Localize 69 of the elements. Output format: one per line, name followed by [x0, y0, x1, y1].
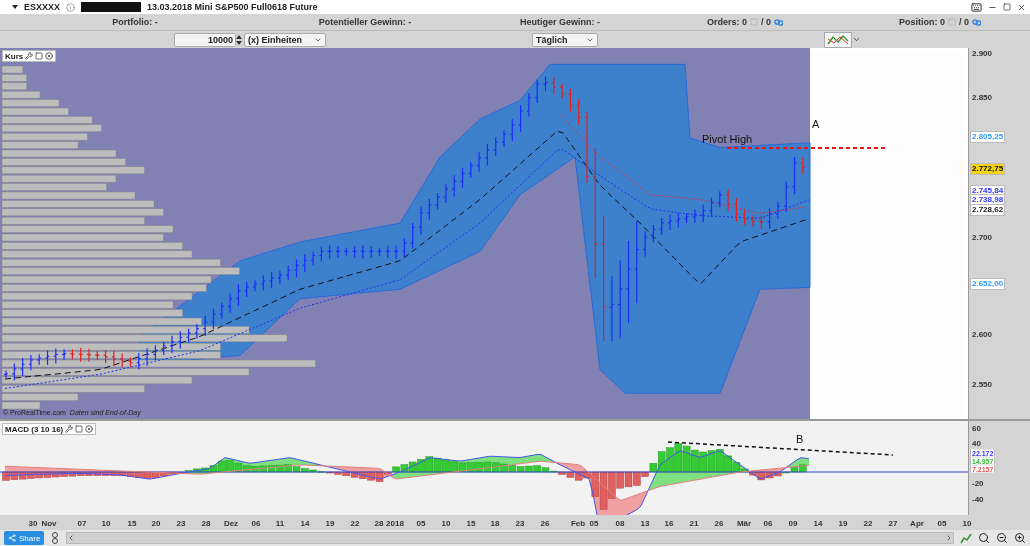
panel-title: Kurs	[5, 51, 24, 61]
date-label: 27	[888, 519, 898, 528]
date-label: 28	[201, 519, 211, 528]
price-tag: 2.728,62	[970, 204, 1006, 216]
date-label: 19	[838, 519, 848, 528]
date-label: 06	[251, 519, 261, 528]
date-label: 11	[275, 519, 285, 528]
date-label: 21	[689, 519, 699, 528]
date-label: 09	[788, 519, 798, 528]
price-tag: 2.805,25	[970, 131, 1006, 143]
date-label: 05	[937, 519, 947, 528]
date-label: Nov	[41, 519, 57, 528]
date-label: Mär	[736, 519, 752, 528]
axis-label: 60	[972, 423, 981, 433]
date-label: 15	[466, 519, 476, 528]
panel-title: MACD (3 10 16)	[5, 424, 64, 434]
date-label: 30	[28, 519, 38, 528]
date-label: Apr	[910, 519, 924, 528]
date-label: 20	[151, 519, 161, 528]
date-label: 23	[515, 519, 525, 528]
axis-label: 2.550	[972, 379, 993, 389]
date-label: 26	[540, 519, 550, 528]
date-label: 22	[863, 519, 873, 528]
info-label: Potentieller Gewinn: -	[317, 17, 413, 27]
date-label: 18	[490, 519, 500, 528]
quantity-field[interactable]: 10000	[174, 32, 236, 47]
axis-label: 2.600	[972, 329, 993, 339]
axis-label: 40	[972, 438, 981, 448]
annotation-text: A	[812, 118, 820, 130]
date-label: 10	[101, 519, 111, 528]
axis-label: -20	[972, 478, 984, 488]
date-label: 14	[813, 519, 823, 528]
date-label: Feb	[570, 519, 586, 528]
symbol-dropdown[interactable]: ESXXXX	[24, 2, 61, 12]
date-label: 10	[441, 519, 451, 528]
date-label: 14	[300, 519, 310, 528]
date-label: 2018	[386, 519, 404, 528]
date-label: 05	[416, 519, 426, 528]
date-label: 19	[325, 519, 335, 528]
date-label: 28	[374, 519, 384, 528]
date-label: 05	[589, 519, 599, 528]
date-label: 10	[962, 519, 972, 528]
axis-label: 2.700	[972, 232, 993, 242]
info-count: / 0	[959, 17, 969, 27]
date-label: 13	[640, 519, 650, 528]
instrument-title: 13.03.2018 Mini S&P500 Full0618 Future	[147, 2, 318, 12]
axis-label: 2.850	[972, 92, 993, 102]
date-label: 16	[664, 519, 674, 528]
date-label: 08	[615, 519, 625, 528]
info-label: Position: 0	[899, 17, 945, 27]
info-count: / 0	[761, 17, 771, 27]
period-select[interactable]: Täglich	[532, 32, 598, 47]
date-label: 15	[127, 519, 137, 528]
date-label: 07	[77, 519, 87, 528]
price-tag: 2.772,75	[970, 163, 1006, 175]
axis-label: 2.900	[972, 48, 993, 58]
annotation-text: B	[796, 433, 804, 445]
annotation-text: Pivot High	[702, 133, 753, 145]
date-label: 26	[714, 519, 724, 528]
unit-select[interactable]: (x) Einheiten	[244, 32, 326, 47]
date-label: 06	[763, 519, 773, 528]
info-label: Heutiger Gewinn: -	[519, 17, 601, 27]
info-label: Orders: 0	[706, 17, 747, 27]
date-label: Dez	[223, 519, 239, 528]
date-label: 23	[176, 519, 186, 528]
date-label: 22	[350, 519, 360, 528]
price-tag: 2.652,00	[970, 278, 1006, 290]
axis-label: -40	[972, 494, 984, 504]
info-label: Portfolio: -	[111, 17, 159, 27]
